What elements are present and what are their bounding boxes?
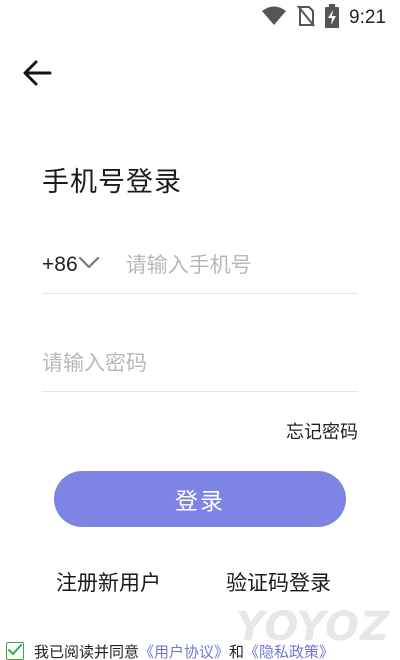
wifi-icon	[261, 6, 287, 30]
phone-input[interactable]	[125, 252, 394, 277]
agreement-checkbox[interactable]	[6, 642, 24, 660]
agreement-prefix: 我已阅读并同意	[34, 642, 140, 660]
page-title: 手机号登录	[42, 167, 182, 198]
status-bar: 9:21	[0, 0, 400, 36]
status-time: 9:21	[349, 7, 386, 28]
password-field-row	[42, 334, 358, 392]
phone-field-row: +86	[42, 236, 394, 294]
password-input[interactable]	[42, 350, 358, 375]
check-icon	[8, 642, 22, 660]
chevron-down-icon	[78, 255, 100, 274]
back-button[interactable]	[20, 58, 54, 92]
no-sim-icon	[297, 5, 315, 31]
country-code[interactable]: +86	[42, 253, 78, 277]
user-agreement-link[interactable]: 《用户协议》	[139, 641, 229, 660]
country-code-dropdown[interactable]	[78, 250, 100, 280]
watermark-logo: YOYOZ	[235, 604, 390, 650]
arrow-left-icon	[22, 60, 52, 90]
login-button[interactable]: 登录	[54, 471, 346, 527]
forgot-password-link[interactable]: 忘记密码	[286, 418, 358, 444]
status-icons: 9:21	[261, 4, 386, 32]
battery-charging-icon	[325, 4, 340, 32]
sms-login-link[interactable]: 验证码登录	[226, 567, 331, 597]
register-link[interactable]: 注册新用户	[56, 567, 161, 597]
